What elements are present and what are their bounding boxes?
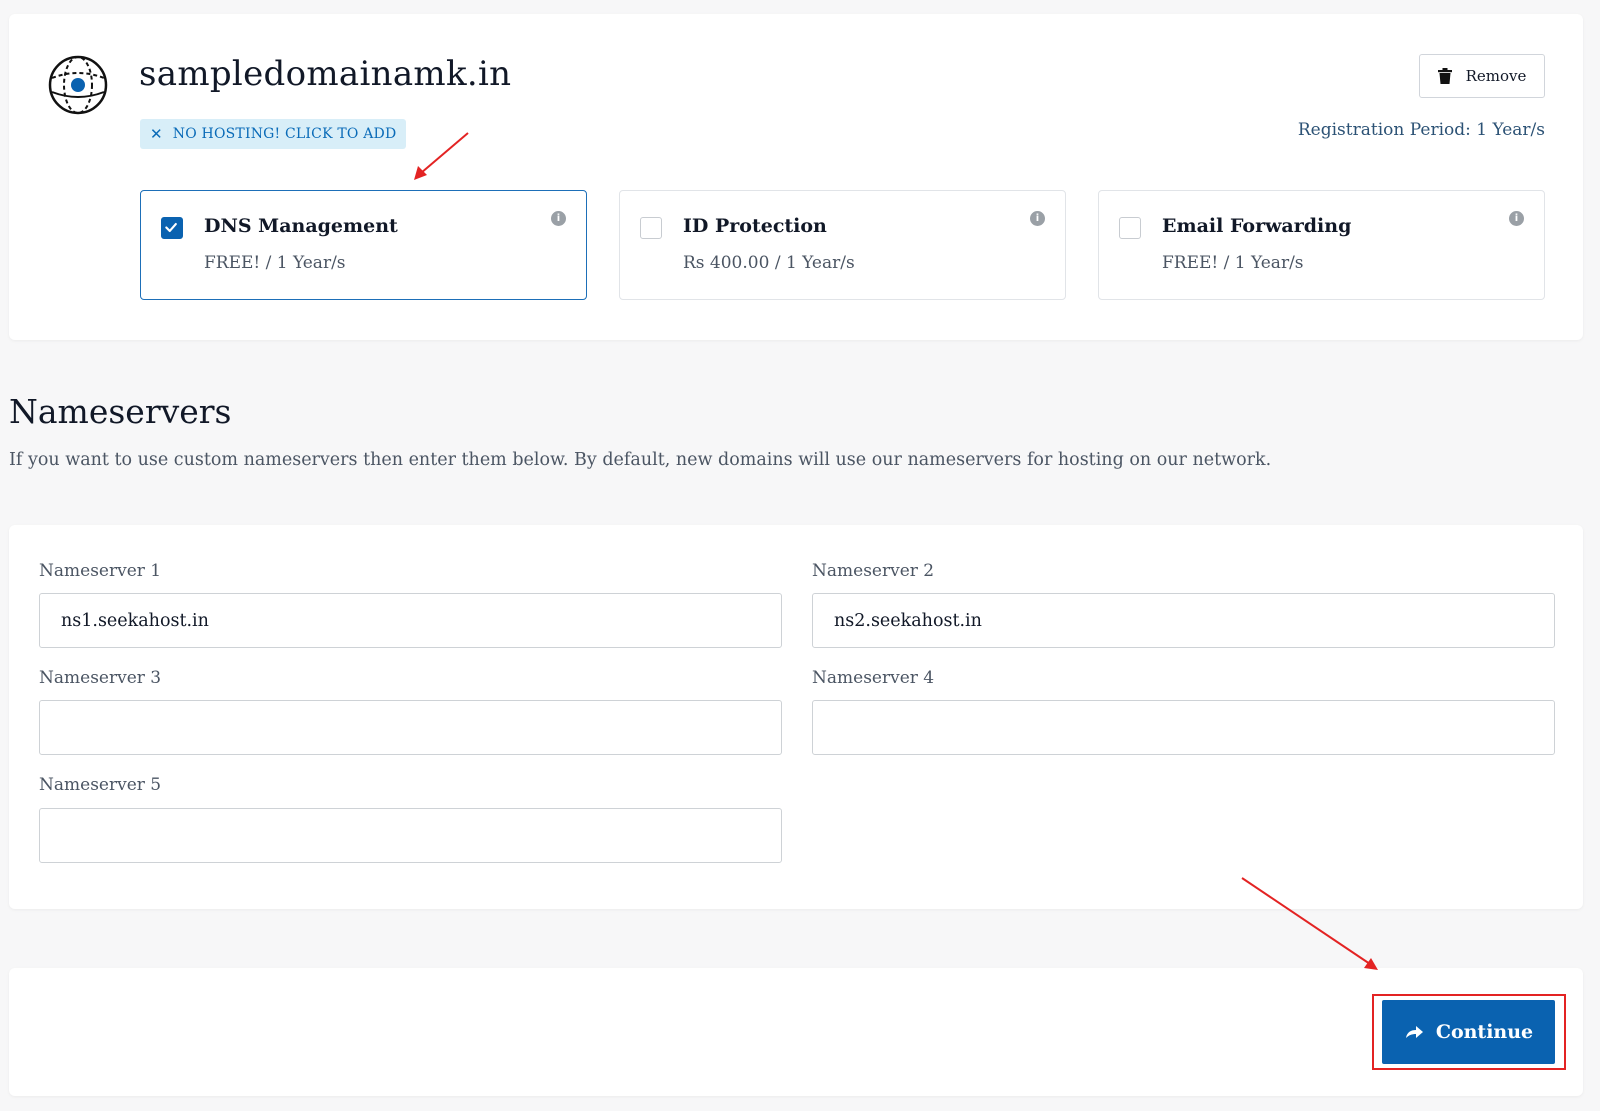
addon-price: FREE! / 1 Year/s: [1162, 253, 1304, 273]
nameservers-panel: Nameserver 1 Nameserver 2 Nameserver 3 N…: [9, 525, 1583, 909]
addon-price: Rs 400.00 / 1 Year/s: [683, 253, 855, 273]
nameserver-3-label: Nameserver 3: [39, 668, 162, 688]
nameserver-1-label: Nameserver 1: [39, 561, 162, 581]
no-hosting-badge[interactable]: ✕ NO HOSTING! CLICK TO ADD: [140, 119, 407, 149]
globe-icon: [48, 55, 108, 115]
email-forwarding-checkbox[interactable]: [1119, 217, 1141, 239]
nameserver-3-input[interactable]: [39, 700, 782, 755]
remove-button[interactable]: Remove: [1419, 54, 1545, 98]
addon-dns-management[interactable]: DNS Management FREE! / 1 Year/s i: [140, 190, 587, 300]
id-protection-checkbox[interactable]: [640, 217, 662, 239]
addon-email-forwarding[interactable]: Email Forwarding FREE! / 1 Year/s i: [1098, 190, 1545, 300]
footer-panel: [9, 968, 1583, 1096]
no-hosting-label: NO HOSTING! CLICK TO ADD: [172, 126, 397, 142]
continue-label: Continue: [1435, 1021, 1534, 1043]
addon-name: DNS Management: [204, 215, 398, 237]
info-icon[interactable]: i: [1509, 211, 1524, 226]
nameservers-description: If you want to use custom nameservers th…: [9, 450, 1272, 470]
domain-name: sampledomainamk.in: [139, 54, 512, 94]
check-icon: [165, 222, 177, 233]
addon-price: FREE! / 1 Year/s: [204, 253, 346, 273]
addon-name: Email Forwarding: [1162, 215, 1352, 237]
addon-name: ID Protection: [683, 215, 827, 237]
trash-icon: [1437, 68, 1452, 84]
nameserver-5-input[interactable]: [39, 808, 782, 863]
info-icon[interactable]: i: [551, 211, 566, 226]
nameservers-heading: Nameservers: [9, 392, 232, 431]
nameserver-4-input[interactable]: [812, 700, 1555, 755]
nameserver-2-label: Nameserver 2: [812, 561, 935, 581]
domain-panel: sampledomainamk.in ✕ NO HOSTING! CLICK T…: [9, 14, 1583, 340]
continue-button[interactable]: Continue: [1382, 1000, 1555, 1064]
addon-id-protection[interactable]: ID Protection Rs 400.00 / 1 Year/s i: [619, 190, 1066, 300]
info-icon[interactable]: i: [1030, 211, 1045, 226]
close-icon: ✕: [150, 125, 163, 143]
nameserver-2-input[interactable]: [812, 593, 1555, 648]
dns-management-checkbox[interactable]: [161, 217, 183, 239]
nameserver-5-label: Nameserver 5: [39, 775, 162, 795]
arrow-right-icon: [1405, 1026, 1423, 1038]
remove-label: Remove: [1465, 67, 1527, 85]
registration-period: Registration Period: 1 Year/s: [1297, 120, 1545, 140]
nameserver-4-label: Nameserver 4: [812, 668, 935, 688]
nameserver-1-input[interactable]: [39, 593, 782, 648]
